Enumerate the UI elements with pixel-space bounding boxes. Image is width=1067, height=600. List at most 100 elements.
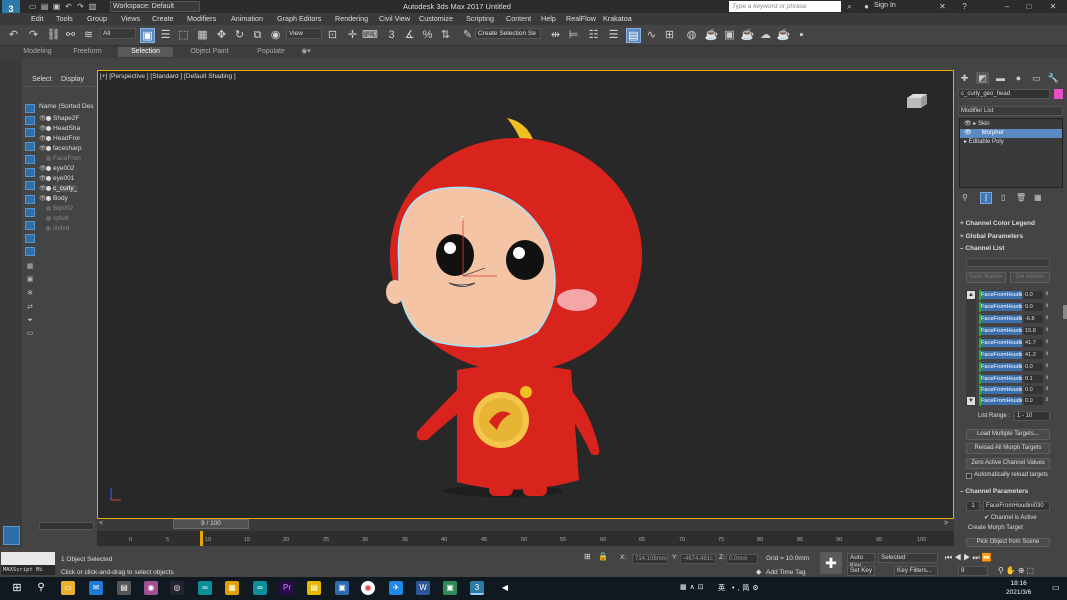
morph-channel[interactable]: FaceFromHoudini00.0⇕	[979, 302, 1051, 312]
search-input[interactable]: Type a keyword or phrase	[729, 1, 841, 12]
explorer-row[interactable]: 👁 Body	[39, 194, 95, 204]
panel-toggle-icon[interactable]: ▪	[794, 28, 809, 43]
viewport-layout-icon[interactable]	[3, 526, 20, 545]
load-multiple-targets-button[interactable]: Load Multiple Targets...	[966, 429, 1050, 440]
calculator-icon[interactable]: ▦	[225, 581, 239, 595]
set-key-button[interactable]: Set Key	[847, 566, 875, 576]
menu-animation[interactable]: Animation	[231, 14, 263, 23]
menu-edit[interactable]: Edit	[31, 14, 43, 23]
morph-channel[interactable]: FaceFromHoudini041.2⇕	[979, 350, 1051, 360]
display-helpers-icon[interactable]	[25, 195, 35, 204]
pin-stack-icon[interactable]: ⚲	[962, 193, 968, 202]
binoculars-icon[interactable]: ⌕	[845, 2, 854, 11]
menu-civil-view[interactable]: Civil View	[379, 14, 410, 23]
scroll-down-icon[interactable]: ▼	[967, 397, 975, 405]
frozen-icon[interactable]: ❄	[25, 289, 35, 298]
save-icon[interactable]: ▣	[52, 2, 61, 11]
container-icon[interactable]: ▣	[25, 275, 35, 284]
toggle-ribbon-icon[interactable]: ▤	[626, 28, 641, 43]
show-end-result-icon[interactable]: |	[980, 192, 992, 204]
set-key-icon[interactable]: ✚	[820, 552, 842, 574]
tab-populate[interactable]: Populate	[246, 47, 296, 57]
menu-modifiers[interactable]: Modifiers	[187, 14, 216, 23]
tray-icons[interactable]: ▦∧⊡	[680, 583, 707, 591]
current-frame-field[interactable]: 9	[958, 566, 988, 576]
layer-explorer-icon[interactable]: ☰	[606, 28, 621, 43]
3dsmax-taskbar-icon[interactable]: 3	[470, 581, 484, 595]
add-time-tag[interactable]: Add Time Tag	[766, 569, 806, 576]
a360-gallery-icon[interactable]: ☕	[776, 28, 791, 43]
playback-controls-icon[interactable]: ⏮◀▶⏭⏩	[945, 553, 994, 563]
morph-channel[interactable]: FaceFromHoudini00.0⇕	[979, 362, 1051, 372]
object-color-swatch[interactable]	[1054, 89, 1063, 99]
display-bones-icon[interactable]	[25, 247, 35, 256]
new-file-icon[interactable]: ▭	[28, 2, 37, 11]
layer-icon[interactable]: ▭	[25, 329, 35, 338]
time-slider[interactable]: 9 / 100	[173, 519, 249, 529]
file-explorer-icon[interactable]: ▭	[61, 581, 75, 595]
channel-active-checkbox[interactable]: ✔ Channel is Active	[984, 514, 1037, 521]
select-by-name-icon[interactable]: ☰	[158, 28, 173, 43]
media-player-icon[interactable]: ◀	[498, 581, 512, 595]
open-file-icon[interactable]: ▤	[40, 2, 49, 11]
rollout-channel-list[interactable]: – Channel List	[960, 245, 1060, 252]
remote-desktop-icon[interactable]: ▣	[335, 581, 349, 595]
morph-channel[interactable]: FaceFromHoudini00.1⇕	[979, 374, 1051, 384]
menu-tools[interactable]: Tools	[56, 14, 73, 23]
redo-icon[interactable]: ↷	[76, 2, 85, 11]
minimize-button[interactable]: –	[1000, 1, 1014, 12]
time-tag-icon[interactable]: ◆	[756, 568, 761, 576]
pick-object-button[interactable]: Pick Object from Scene	[966, 538, 1050, 547]
rotate-icon[interactable]: ↻	[232, 28, 247, 43]
redo-icon[interactable]: ↷	[26, 28, 41, 43]
selection-filter-dropdown[interactable]: All	[100, 28, 136, 39]
menu-group[interactable]: Group	[87, 14, 107, 23]
undo-icon[interactable]: ↶	[64, 2, 73, 11]
ribbon-options-icon[interactable]: ◉▾	[300, 47, 312, 57]
isolate-icon[interactable]: ⊞	[584, 552, 591, 561]
camera-icon[interactable]: ◎	[170, 581, 184, 595]
menu-create[interactable]: Create	[152, 14, 174, 23]
explorer-row[interactable]: iiixfvd	[39, 224, 95, 234]
image-viewer-icon[interactable]: ▣	[443, 581, 457, 595]
menu-help[interactable]: Help	[541, 14, 556, 23]
motion-tab-icon[interactable]: ●	[1012, 72, 1025, 84]
make-unique-icon[interactable]: ▯	[1001, 193, 1005, 202]
display-invert-icon[interactable]	[25, 128, 35, 137]
key-filters-button[interactable]: Key Filters...	[894, 566, 938, 576]
exchange-icon[interactable]: ✕	[938, 2, 947, 11]
curve-editor-icon[interactable]: ∿	[644, 28, 659, 43]
maximize-button[interactable]: □	[1022, 1, 1036, 12]
undo-icon[interactable]: ↶	[6, 28, 21, 43]
angle-snap-icon[interactable]: ∡	[402, 28, 417, 43]
time-prev-icon[interactable]: <	[99, 520, 103, 527]
remove-modifier-icon[interactable]: 🗑	[1016, 193, 1026, 202]
app-icon-generic[interactable]: ▤	[117, 581, 131, 595]
ime-indicator[interactable]: 英	[718, 583, 725, 593]
selection-lock-icon[interactable]: 🔒	[598, 552, 608, 561]
premiere-icon[interactable]: Pr	[280, 581, 294, 595]
display-spacewarps-icon[interactable]	[25, 208, 35, 217]
unlink-icon[interactable]: ⚯	[63, 28, 78, 43]
word-icon[interactable]: W	[416, 581, 430, 595]
rollout-channel-parameters[interactable]: – Channel Parameters	[960, 488, 1060, 495]
command-panel-scrollbar[interactable]	[1063, 305, 1067, 319]
channel-name-field[interactable]: FaceFromHoudini030	[983, 501, 1050, 511]
workspace-dropdown[interactable]: Workspace: Default	[110, 1, 200, 12]
explorer-tab-display[interactable]: Display	[61, 76, 84, 83]
explorer-row[interactable]: FaceFron	[39, 154, 95, 164]
x-coordinate-field[interactable]: 714.108mm	[632, 554, 668, 564]
arduino-icon[interactable]: ∞	[198, 581, 212, 595]
project-icon[interactable]: ▥	[88, 2, 97, 11]
tab-object-paint[interactable]: Object Paint	[182, 47, 237, 57]
create-tab-icon[interactable]: ✚	[958, 72, 971, 84]
render-in-cloud-icon[interactable]: ☁	[758, 28, 773, 43]
y-coordinate-field[interactable]: -4674.481c	[680, 554, 716, 564]
bind-spacewarp-icon[interactable]: ≋	[81, 28, 96, 43]
explorer-row[interactable]: 👁 eye001	[39, 174, 95, 184]
menu-graph-editors[interactable]: Graph Editors	[277, 14, 321, 23]
explorer-tab-select[interactable]: Select	[32, 76, 51, 83]
morph-channel[interactable]: FaceFromHoudini00.0⇕	[979, 290, 1051, 300]
explorer-row-selected[interactable]: 👁 c_curly_	[39, 184, 95, 194]
zero-channel-values-button[interactable]: Zero Active Channel Values	[966, 458, 1050, 469]
